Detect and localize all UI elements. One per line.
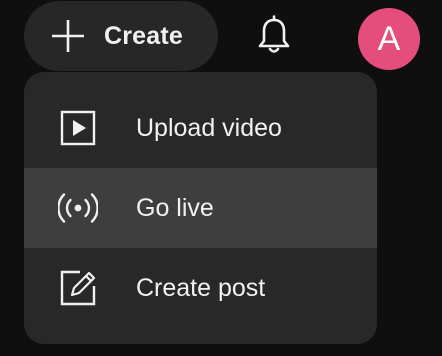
plus-icon [52,20,84,52]
menu-item-label: Upload video [136,114,282,142]
create-button[interactable]: Create [24,1,218,71]
create-button-label: Create [104,21,184,50]
create-menu: Upload video Go live Create post [24,72,377,344]
top-bar: Create A [0,0,442,72]
avatar[interactable]: A [358,8,420,70]
go-live-icon [58,193,98,223]
menu-item-upload-video[interactable]: Upload video [24,88,377,168]
menu-item-label: Go live [136,194,214,222]
menu-item-go-live[interactable]: Go live [24,168,377,248]
menu-item-create-post[interactable]: Create post [24,248,377,328]
upload-video-icon [60,110,96,146]
menu-item-label: Create post [136,274,266,302]
bell-icon[interactable] [252,14,296,58]
create-post-icon [60,270,96,306]
avatar-letter: A [377,19,401,58]
